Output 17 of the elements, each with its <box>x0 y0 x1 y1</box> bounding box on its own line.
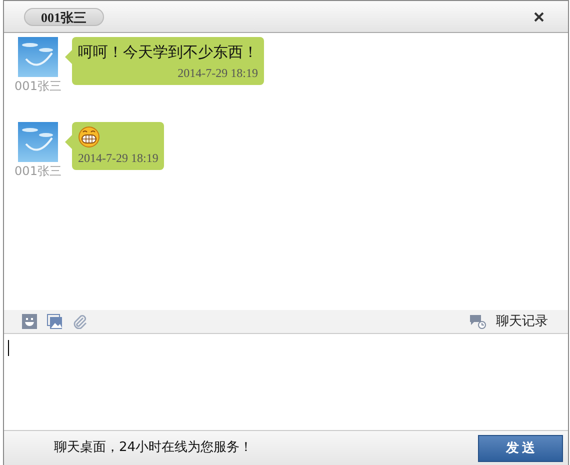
paperclip-icon[interactable] <box>72 314 87 329</box>
chat-history-link[interactable]: 聊天记录 <box>496 312 548 332</box>
slogan-text: 聊天桌面，24小时在线为您服务！ <box>54 439 254 458</box>
contact-name-tab[interactable]: 001张三 <box>24 8 104 26</box>
message-time: 2014-7-29 18:19 <box>78 150 158 167</box>
avatar-picture <box>18 122 58 162</box>
smiley-icon[interactable] <box>22 314 37 329</box>
chat-history-icon[interactable] <box>470 314 486 328</box>
sender-name: 001张三 <box>14 78 62 95</box>
sender-name: 001张三 <box>14 163 62 180</box>
image-icon[interactable] <box>47 314 62 329</box>
close-icon[interactable] <box>534 12 544 22</box>
message-text: 呵呵！今天学到不少东西！ <box>78 42 258 63</box>
message-time: 2014-7-29 18:19 <box>178 64 258 82</box>
send-button[interactable]: 发 送 <box>478 434 563 462</box>
avatar-picture <box>18 37 58 77</box>
grinning-emoji-icon <box>78 126 100 148</box>
